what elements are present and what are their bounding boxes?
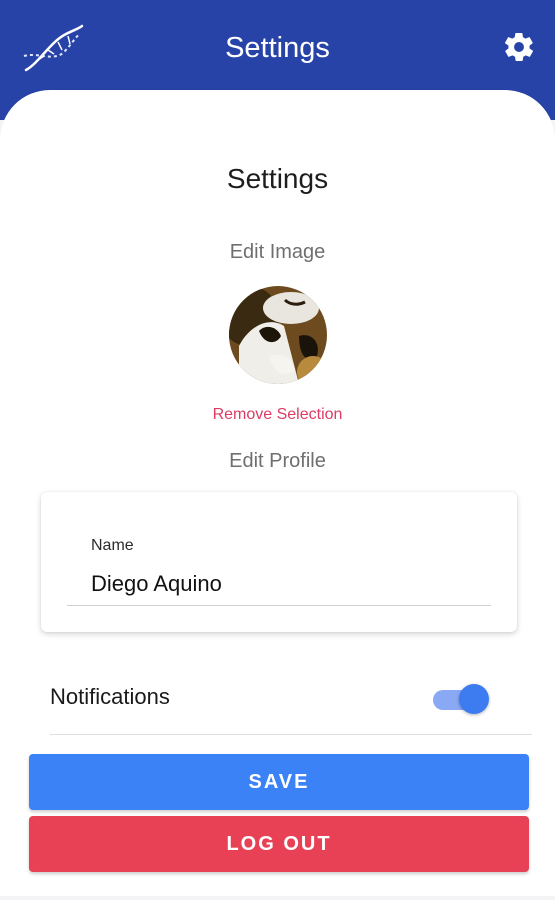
- profile-avatar[interactable]: [229, 286, 327, 384]
- cat-photo-avatar: [229, 286, 327, 384]
- notifications-toggle[interactable]: [433, 684, 489, 714]
- log-out-button[interactable]: LOG OUT: [29, 816, 529, 872]
- name-field[interactable]: [67, 562, 491, 606]
- app-bar-title: Settings: [225, 32, 330, 64]
- name-field-label: Name: [91, 537, 134, 554]
- edit-image-label: Edit Image: [229, 241, 326, 263]
- edit-profile-label: Edit Profile: [229, 450, 326, 472]
- notifications-row: Notifications: [50, 678, 532, 735]
- profile-card: Name: [41, 492, 517, 632]
- settings-screen: Settings Settings Edit Image Remove Sele…: [0, 0, 555, 900]
- save-button[interactable]: SAVE: [29, 754, 529, 810]
- gear-icon[interactable]: [502, 30, 536, 64]
- page-title: Settings: [226, 163, 329, 194]
- toggle-thumb: [459, 684, 489, 714]
- notifications-label: Notifications: [50, 684, 170, 709]
- settings-sheet: Settings Edit Image Remove Selection Edi…: [0, 90, 555, 896]
- remove-selection-link[interactable]: Remove Selection: [0, 406, 555, 424]
